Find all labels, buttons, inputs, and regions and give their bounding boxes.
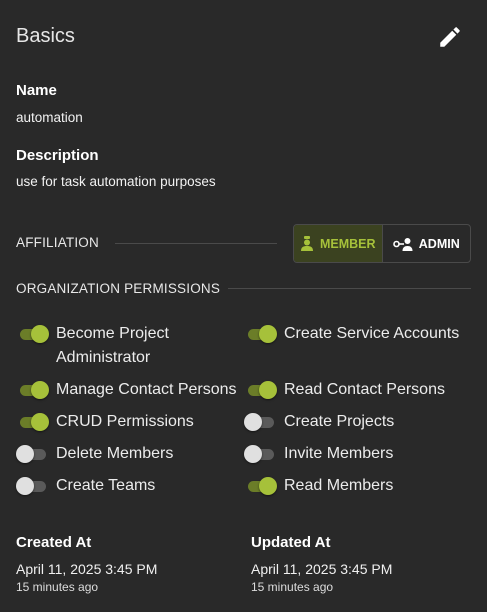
member-badge-icon [300, 235, 313, 251]
affiliation-toggle-group: MEMBER ADMIN [293, 224, 471, 263]
perm-label: Invite Members [284, 445, 394, 462]
perm-label: Create Projects [284, 413, 395, 430]
updated-at-date: April 11, 2025 3:45 PM [251, 561, 393, 577]
edit-button[interactable] [437, 24, 463, 50]
perm-label-line2: Administrator [56, 349, 151, 366]
name-value: automation [16, 110, 83, 125]
created-at-relative: 15 minutes ago [16, 580, 99, 594]
perm-label: Read Members [284, 477, 394, 494]
description-label: Description [16, 147, 99, 164]
perm-become-project-administrator[interactable]: Become Project Administrator [16, 322, 169, 370]
perm-read-contact-persons[interactable]: Read Contact Persons [244, 378, 445, 402]
perm-label: Create Service Accounts [284, 325, 460, 342]
toggle-switch[interactable] [16, 324, 50, 344]
admin-option-button[interactable]: ADMIN [383, 225, 471, 262]
member-option-label: MEMBER [319, 236, 376, 251]
updated-at-label: Updated At [251, 534, 331, 551]
perm-invite-members[interactable]: Invite Members [244, 442, 393, 466]
admin-option-label: ADMIN [418, 236, 460, 251]
card-title: Basics [16, 25, 75, 47]
perm-manage-contact-persons[interactable]: Manage Contact Persons [16, 378, 237, 402]
perm-label: Create Teams [56, 477, 156, 494]
toggle-switch[interactable] [244, 324, 278, 344]
perm-crud-permissions[interactable]: CRUD Permissions [16, 410, 194, 434]
updated-at-relative: 15 minutes ago [251, 580, 334, 594]
toggle-switch[interactable] [16, 412, 50, 432]
toggle-switch[interactable] [244, 412, 278, 432]
name-label: Name [16, 82, 57, 99]
perm-label: Delete Members [56, 445, 174, 462]
perm-label-line1: Become Project [56, 325, 169, 342]
toggle-switch[interactable] [16, 380, 50, 400]
perm-read-members[interactable]: Read Members [244, 474, 393, 498]
perm-create-projects[interactable]: Create Projects [244, 410, 394, 434]
member-option-button[interactable]: MEMBER [294, 225, 383, 262]
perm-delete-members[interactable]: Delete Members [16, 442, 173, 466]
pencil-icon [440, 27, 460, 47]
created-at-label: Created At [16, 534, 92, 551]
toggle-switch[interactable] [16, 476, 50, 496]
perm-label: CRUD Permissions [56, 413, 194, 430]
permissions-label: ORGANIZATION PERMISSIONS [16, 281, 221, 296]
perm-create-service-accounts[interactable]: Create Service Accounts [244, 322, 459, 346]
admin-key-icon [392, 237, 413, 251]
basics-card: Basics Name automation Description use f… [0, 0, 487, 612]
perm-label: Manage Contact Persons [56, 381, 237, 398]
created-at-date: April 11, 2025 3:45 PM [16, 561, 158, 577]
affiliation-label: AFFILIATION [16, 235, 99, 250]
permissions-divider [228, 288, 471, 289]
perm-create-teams[interactable]: Create Teams [16, 474, 155, 498]
toggle-switch[interactable] [244, 380, 278, 400]
card-header: Basics [16, 24, 471, 50]
toggle-switch[interactable] [244, 476, 278, 496]
toggle-switch[interactable] [16, 444, 50, 464]
toggle-switch[interactable] [244, 444, 278, 464]
description-value: use for task automation purposes [16, 174, 216, 189]
perm-label: Read Contact Persons [284, 381, 445, 398]
affiliation-divider [115, 243, 277, 244]
